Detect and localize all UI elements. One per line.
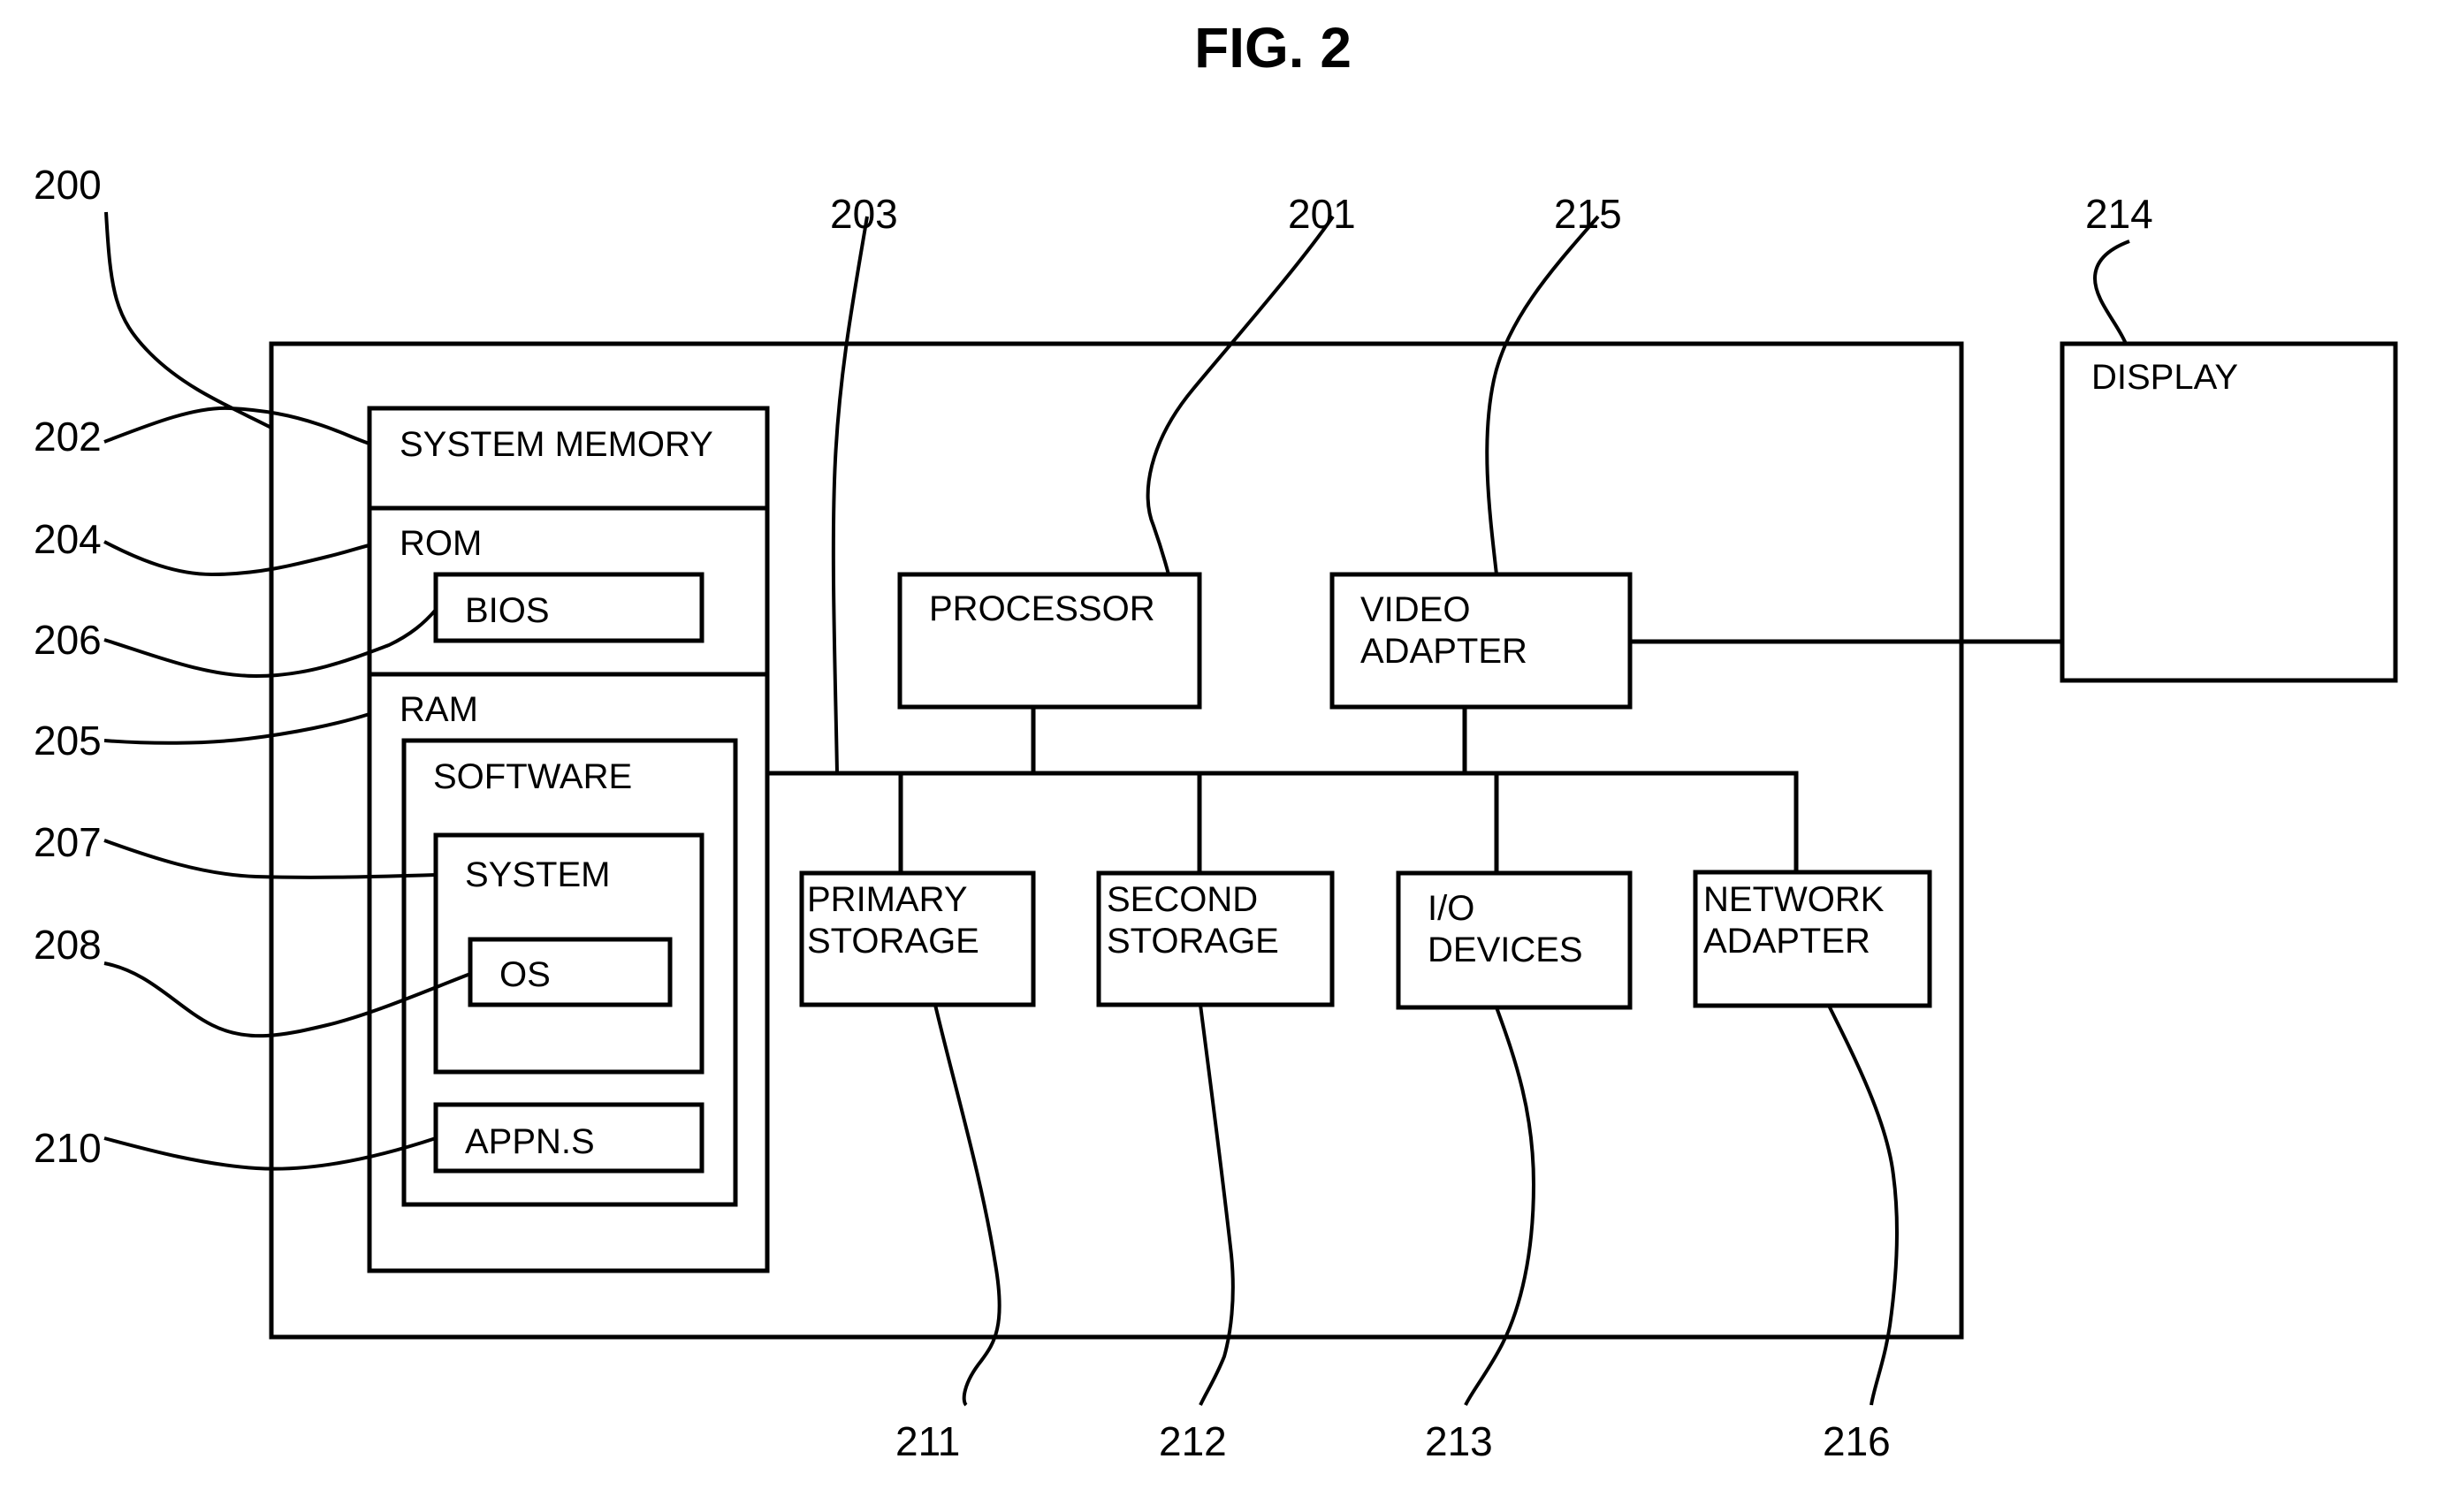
ref-207: 207 — [34, 819, 102, 865]
ref-208: 208 — [34, 922, 102, 968]
second-storage-label-line2: STORAGE — [1107, 922, 1279, 961]
second-storage-label-line1: SECOND — [1107, 880, 1258, 919]
leader-216 — [1827, 1005, 1900, 1406]
primary-storage-label-line1: PRIMARY — [807, 880, 968, 919]
leader-205 — [103, 712, 370, 745]
applications-label: APPN.S — [465, 1122, 595, 1161]
leader-202 — [103, 406, 370, 445]
ref-212: 212 — [1159, 1418, 1227, 1464]
leader-200 — [104, 211, 272, 429]
ref-214: 214 — [2085, 191, 2153, 237]
ref-201: 201 — [1288, 191, 1356, 237]
leader-215 — [1485, 215, 1600, 575]
ref-213: 213 — [1425, 1418, 1493, 1464]
video-adapter-label-line2: ADAPTER — [1360, 632, 1527, 671]
primary-storage-label-line2: STORAGE — [807, 922, 979, 961]
leader-201 — [1146, 215, 1335, 575]
block-diagram: FIG. 2 DISPLAY SYSTEM MEMORY ROM BIOS RA… — [34, 16, 2398, 1464]
leader-203 — [831, 216, 869, 774]
video-adapter-label-line1: VIDEO — [1360, 590, 1470, 629]
leader-208 — [103, 961, 471, 1038]
computer-system-box — [269, 341, 1964, 1340]
bios-label: BIOS — [465, 591, 550, 630]
ref-206: 206 — [34, 617, 102, 663]
ref-210: 210 — [34, 1125, 102, 1171]
system-bus — [767, 771, 1799, 872]
io-devices-label-line1: I/O — [1428, 889, 1474, 928]
os-label: OS — [499, 955, 551, 994]
ram-label: RAM — [400, 690, 478, 729]
leader-204 — [103, 540, 370, 577]
processor-label: PROCESSOR — [929, 589, 1155, 628]
ref-211: 211 — [895, 1418, 960, 1464]
ref-202: 202 — [34, 414, 102, 460]
rom-label: ROM — [400, 524, 482, 563]
leader-214 — [2092, 239, 2130, 345]
io-devices-label-line2: DEVICES — [1428, 931, 1583, 969]
leader-212 — [1199, 1004, 1235, 1406]
leader-211 — [933, 1004, 1001, 1407]
leader-213 — [1464, 1007, 1536, 1406]
system-memory-label: SYSTEM MEMORY — [400, 425, 713, 464]
figure-title: FIG. 2 — [1194, 16, 1352, 80]
ref-200: 200 — [34, 162, 102, 208]
ref-203: 203 — [830, 191, 898, 237]
system-label: SYSTEM — [465, 855, 610, 894]
software-label: SOFTWARE — [433, 757, 632, 796]
ref-205: 205 — [34, 718, 102, 764]
ref-204: 204 — [34, 516, 102, 562]
network-adapter-label-line2: ADAPTER — [1703, 922, 1870, 961]
ref-215: 215 — [1554, 191, 1622, 237]
network-adapter-label-line1: NETWORK — [1703, 880, 1885, 919]
display-label: DISPLAY — [2091, 358, 2238, 397]
ref-216: 216 — [1823, 1418, 1891, 1464]
